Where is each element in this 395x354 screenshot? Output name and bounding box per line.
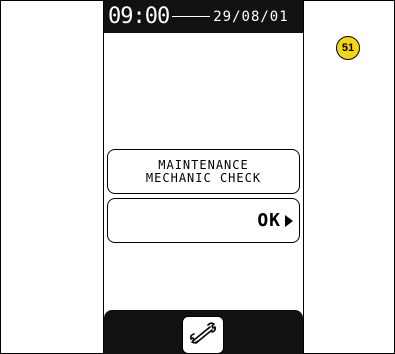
device-screen: 09:00 29/08/01 MAINTENANCE MECHANIC CHEC…: [103, 0, 304, 354]
play-arrow-icon: [285, 214, 293, 227]
bottom-bar: [104, 310, 303, 354]
ok-button-label: OK: [257, 210, 281, 231]
step-number-badge: 51: [336, 36, 360, 60]
status-bar: 09:00 29/08/01: [104, 0, 303, 33]
clock-time: 09:00: [108, 3, 170, 29]
wrench-icon: [188, 320, 218, 350]
maintenance-message-box: MAINTENANCE MECHANIC CHECK: [107, 149, 300, 194]
message-line-1: MAINTENANCE: [158, 157, 249, 172]
message-line-2: MECHANIC CHECK: [145, 170, 262, 185]
ok-button[interactable]: OK: [107, 198, 300, 243]
wrench-button[interactable]: [182, 316, 224, 354]
clock-date: 29/08/01: [213, 8, 289, 25]
status-separator-line: [172, 16, 211, 17]
